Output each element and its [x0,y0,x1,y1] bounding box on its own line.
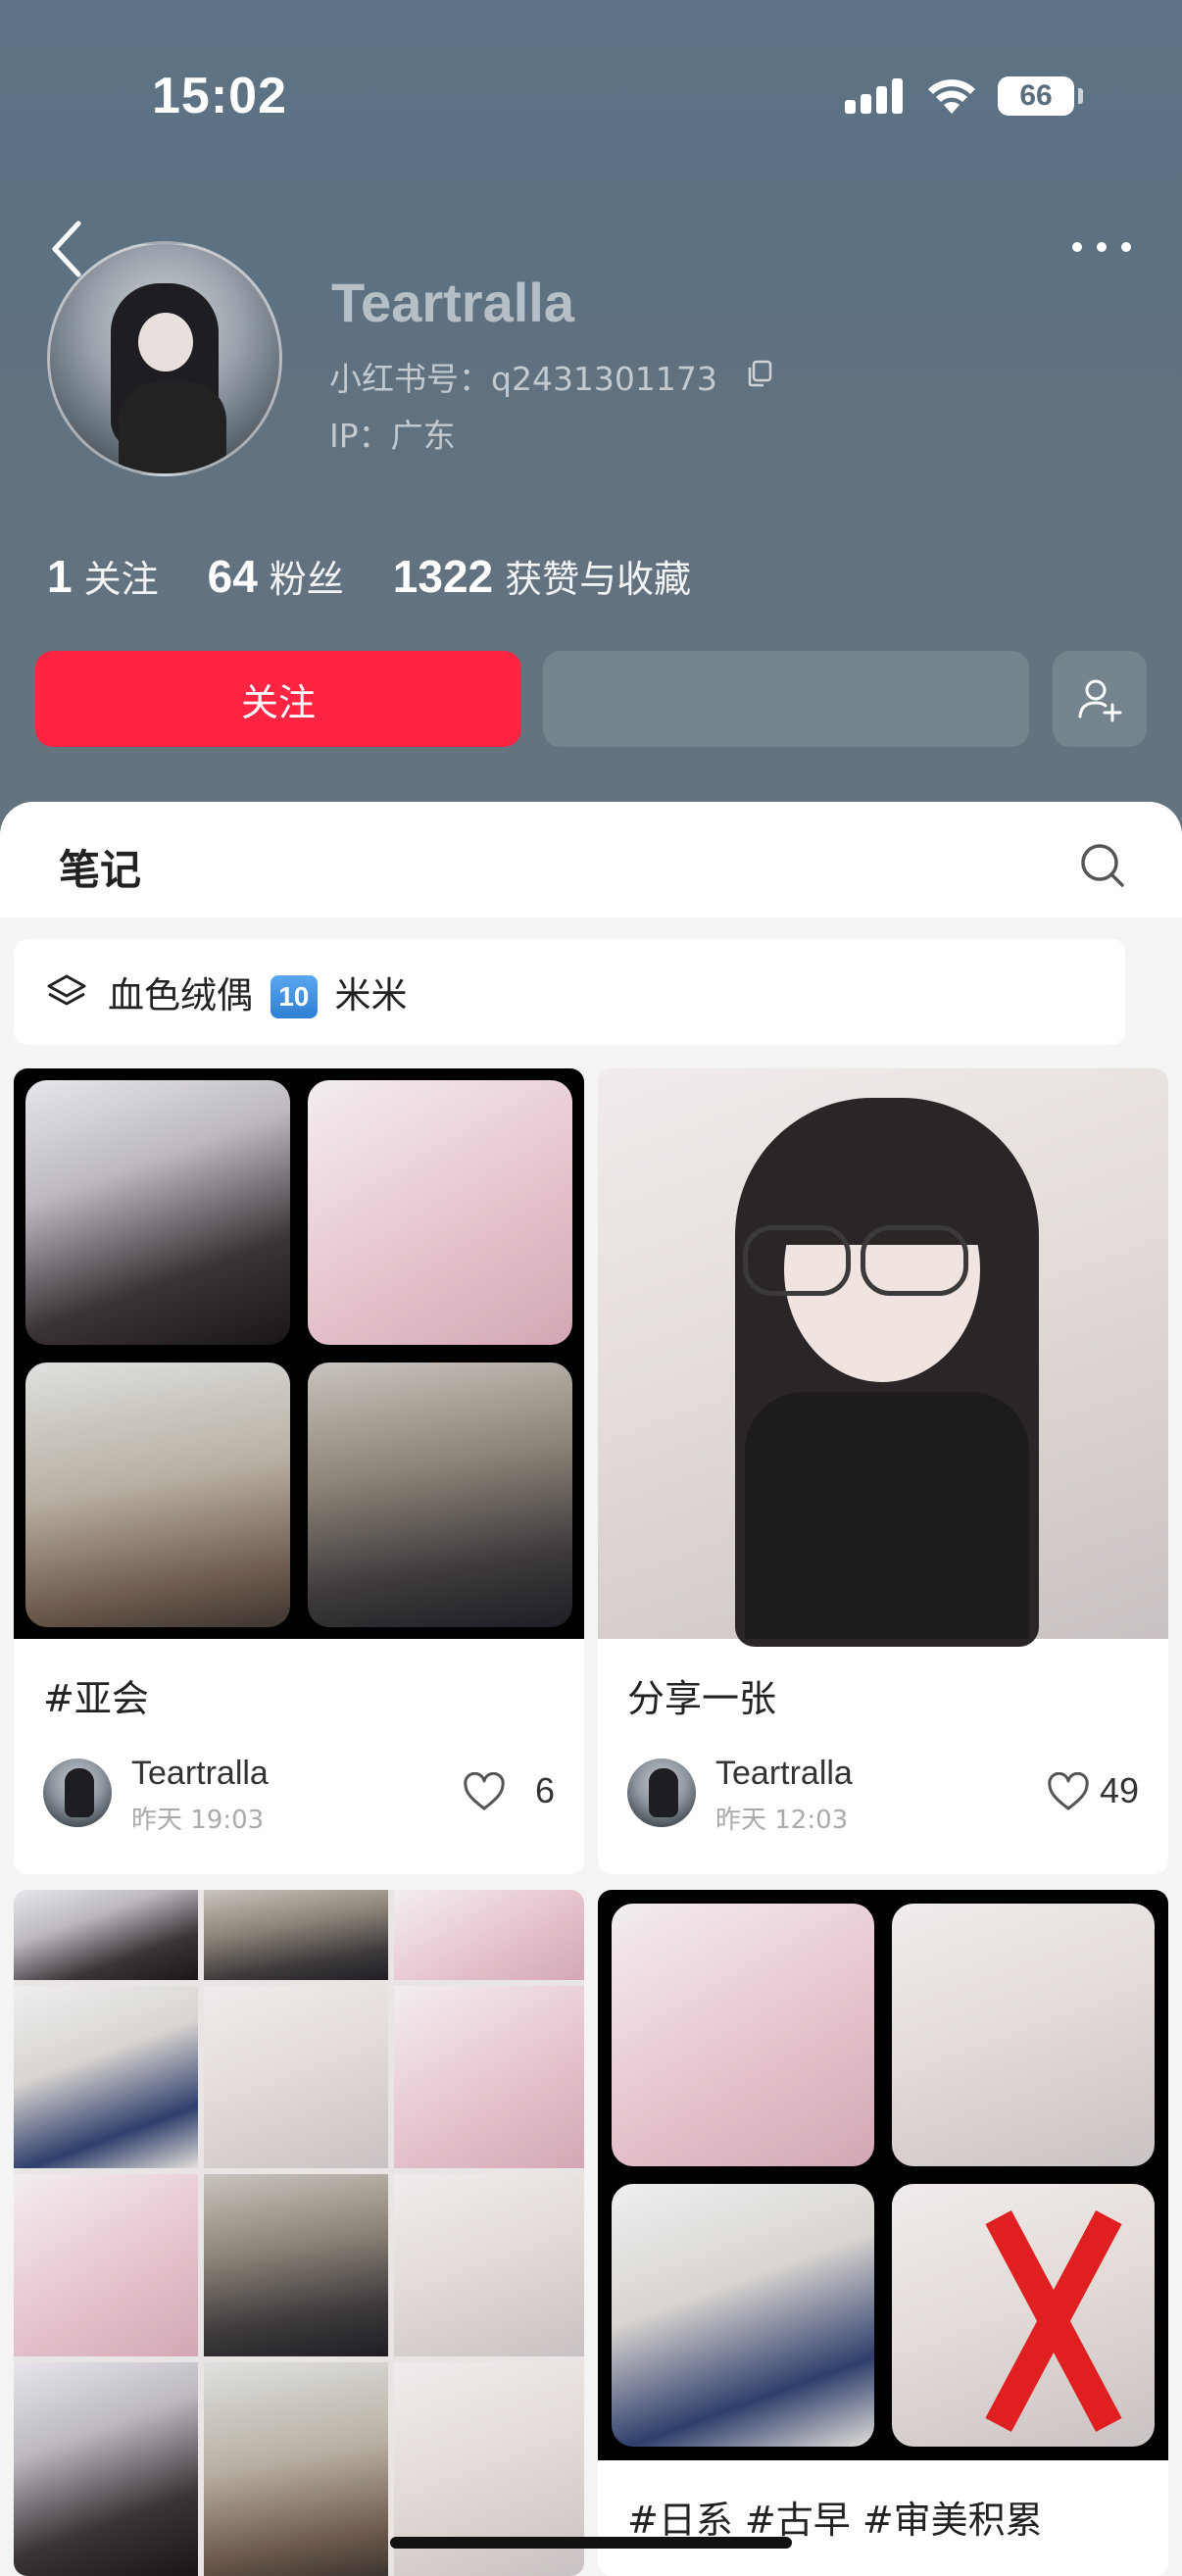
stat-number: 1 [47,551,73,602]
tab-bar: 笔记 [0,802,1182,917]
stat-following[interactable]: 1 关注 [47,549,159,603]
author-name: Teartralla [715,1755,853,1792]
note-title: #亚会 [43,1677,149,1720]
note-title: #日系 #古早 #审美积累 [627,2499,1043,2542]
stat-label: 关注 [83,558,159,601]
search-icon[interactable] [1078,841,1127,890]
note-cover-image [598,1068,1168,1647]
copy-icon[interactable] [745,359,774,388]
battery-tip [1078,88,1083,104]
heart-icon[interactable] [463,1772,506,1811]
avatar[interactable] [47,241,282,476]
stat-label: 获赞与收藏 [505,558,692,601]
profile-name: Teartralla [331,272,574,333]
profile-ip: IP：广东 [329,417,456,455]
note-title: 分享一张 [627,1677,777,1720]
stat-label: 粉丝 [269,558,344,601]
note-time: 昨天 19:03 [131,1806,265,1835]
status-icons: 66 [845,69,1083,124]
note-cover-image [14,1890,584,2576]
collection-name: 血色绒偶 [108,973,253,1016]
add-friend-button[interactable] [1053,651,1147,747]
like-count: 49 [1099,1770,1139,1810]
follow-button[interactable]: 关注 [35,651,521,747]
stat-number: 64 [207,551,258,602]
stat-followers[interactable]: 64 粉丝 [208,549,344,603]
more-icon[interactable] [1072,235,1131,259]
stat-number: 1322 [392,551,494,602]
collection-chip[interactable]: 血色绒偶 10 米米 [14,939,1125,1045]
back-icon[interactable] [47,218,90,280]
message-button[interactable] [543,651,1029,747]
wifi-icon [928,79,975,114]
collection-suffix: 米米 [334,973,408,1016]
author-avatar [43,1759,112,1827]
note-card[interactable]: 分享一张 Teartralla 昨天 12:03 49 [598,1068,1168,1874]
layers-icon [47,974,86,1006]
number-badge: 10 [270,975,318,1019]
note-footer: Teartralla 昨天 19:03 6 [43,1755,555,1835]
note-cover-image [14,1068,584,1639]
signal-icon [845,78,906,114]
author-avatar [627,1759,696,1827]
profile-header: 15:02 66 Teartralla 小红书号：q2431301173 IP：… [0,0,1182,843]
profile-id: 小红书号：q2431301173 [329,360,717,398]
tab-notes[interactable]: 笔记 [59,837,141,897]
author-name: Teartralla [131,1755,269,1792]
like-count: 6 [534,1770,555,1810]
stat-likes-collections[interactable]: 1322 获赞与收藏 [393,549,691,603]
heart-icon[interactable] [1047,1772,1090,1811]
note-card[interactable] [14,1890,584,2576]
battery-icon: 66 [998,76,1074,116]
collection-label: 血色绒偶 10 米米 [108,966,408,1019]
stats-row: 1 关注 64 粉丝 1322 获赞与收藏 [47,549,740,608]
note-card[interactable]: #日系 #古早 #审美积累 [598,1890,1168,2576]
note-time: 昨天 12:03 [715,1806,849,1835]
note-card[interactable]: #亚会 Teartralla 昨天 19:03 6 [14,1068,584,1874]
add-user-icon [1078,679,1122,722]
status-time: 15:02 [152,68,287,124]
note-cover-image [598,1890,1168,2460]
note-footer: Teartralla 昨天 12:03 49 [627,1755,1139,1835]
home-indicator[interactable] [390,2537,792,2549]
